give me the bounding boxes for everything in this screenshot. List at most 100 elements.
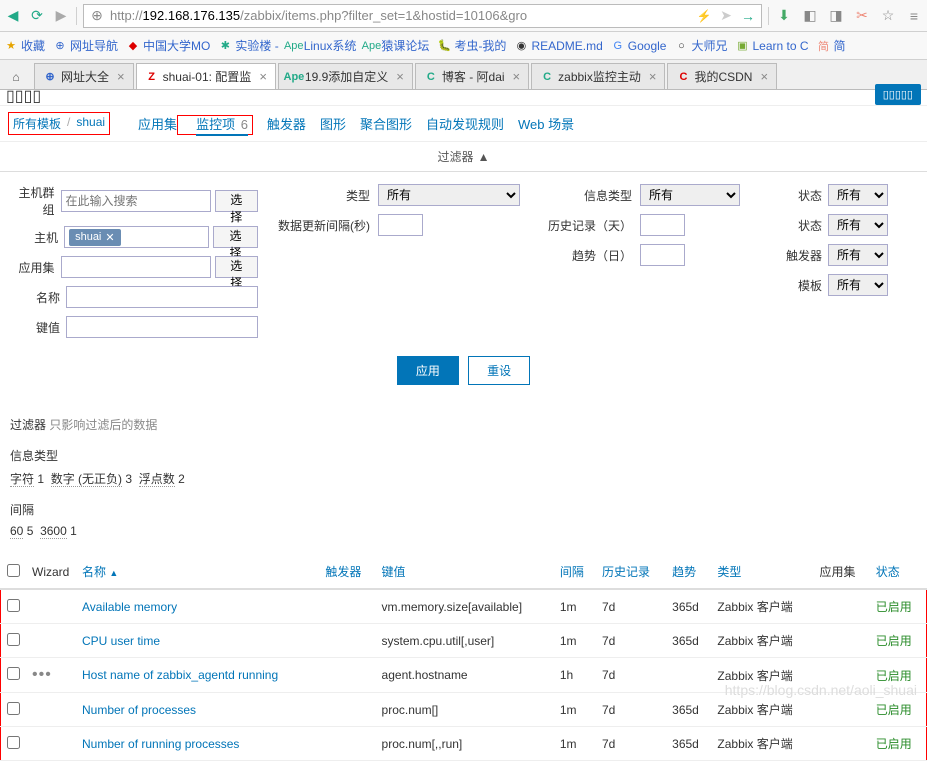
th-trend[interactable]: 趋势 [666,555,711,589]
shield-icon[interactable]: ◧ [801,7,819,25]
bookmark-6[interactable]: 🐛考虫-我的 [437,37,506,54]
nav-图形[interactable]: 图形 [320,117,346,132]
bookmark-4[interactable]: ApeLinux系统 [287,37,357,54]
select-type[interactable]: 所有 [378,184,520,206]
btn-apply[interactable]: 应用 [397,356,459,385]
bookmark-9[interactable]: ○大师兄 [674,37,727,54]
input-host[interactable]: shuai ✕ [64,226,209,248]
th-name[interactable]: 名称 ▲ [76,555,319,589]
item-name-link[interactable]: Number of running processes [76,727,319,761]
nav-触发器[interactable]: 触发器 [267,117,306,132]
row-checkbox[interactable] [7,633,20,646]
download-icon[interactable]: ⬇ [775,7,793,25]
select-trigger[interactable]: 所有 [828,244,888,266]
tab-2[interactable]: Ape19.9添加自定义× [278,63,413,89]
input-trend[interactable] [640,244,685,266]
item-name-link[interactable]: Available memory [76,589,319,624]
sum-i2[interactable]: 3600 [40,524,67,539]
flash-icon[interactable]: ➤ [717,7,735,25]
select-state[interactable]: 所有 [828,184,888,206]
nav-Web 场景[interactable]: Web 场景 [518,117,574,132]
th-key[interactable]: 键值 [376,555,554,589]
go-icon[interactable]: → [739,7,757,25]
row-checkbox[interactable] [7,667,20,680]
input-app[interactable] [61,256,211,278]
status-link[interactable]: 已启用 [870,589,927,624]
nav-应用集[interactable]: 应用集 [138,117,177,132]
select-status[interactable]: 所有 [828,214,888,236]
btn-select-host[interactable]: 选择 [213,226,258,248]
reload-icon[interactable]: ⟳ [28,7,46,25]
tab-close-icon[interactable]: × [259,69,267,84]
tab-1[interactable]: Zshuai-01: 配置监× [136,63,276,89]
tab-4[interactable]: Czabbix监控主动× [531,63,665,89]
nav-聚合图形[interactable]: 聚合图形 [360,117,412,132]
select-template[interactable]: 所有 [828,274,888,296]
status-link[interactable]: 已启用 [870,624,927,658]
filter-toggle[interactable]: 过滤器 ▲ [0,142,927,172]
wizard-icon[interactable]: ••• [32,666,52,683]
bc-all-templates[interactable]: 所有模板 [13,115,61,132]
sum-num[interactable]: 数字 (无正负) [51,472,122,487]
row-checkbox[interactable] [7,736,20,749]
tab-close-icon[interactable]: × [760,69,768,84]
item-name-link[interactable]: Number of processes [76,693,319,727]
checkbox-all[interactable] [7,564,20,577]
bookmark-8[interactable]: GGoogle [611,39,667,53]
clear-icon[interactable]: ⚡ [695,7,713,25]
tab-close-icon[interactable]: × [117,69,125,84]
tab-3[interactable]: C博客 - 阿dai× [415,63,529,89]
bookmark-11[interactable]: 简简 [817,37,846,54]
address-bar[interactable]: ⊕ http://192.168.176.135/zabbix/items.ph… [83,4,762,28]
th-interval[interactable]: 间隔 [554,555,596,589]
th-trigger[interactable]: 触发器 [319,555,375,589]
sum-i1[interactable]: 60 [10,524,23,539]
back-icon[interactable]: ◀ [4,7,22,25]
status-link[interactable]: 已启用 [870,727,927,761]
tab-0[interactable]: ⊕网址大全× [34,63,134,89]
bookmark-2[interactable]: ◆中国大学MO [126,37,210,54]
nav-监控项[interactable]: 监控项 6 [196,117,248,136]
sum-float[interactable]: 浮点数 [139,472,175,487]
th-type[interactable]: 类型 [711,555,813,589]
select-info-type[interactable]: 所有 [640,184,740,206]
sum-char[interactable]: 字符 [10,472,34,487]
input-interval[interactable] [378,214,423,236]
cut-icon[interactable]: ✂ [853,7,871,25]
bookmark-10[interactable]: ▣Learn to C [736,39,809,53]
create-button-partial[interactable]: ▯▯▯▯▯ [875,84,921,105]
item-name-link[interactable]: Host name of zabbix_agentd running [76,658,319,693]
btn-reset[interactable]: 重设 [468,356,530,385]
tab-favicon: Z [145,70,159,84]
forward-icon[interactable]: ▶ [52,7,70,25]
bookmark-7[interactable]: ◉README.md [514,39,602,53]
tab-close-icon[interactable]: × [513,69,521,84]
bc-shuai[interactable]: shuai [76,115,105,132]
host-tag[interactable]: shuai ✕ [69,229,121,246]
menu-icon[interactable]: ≡ [905,7,923,25]
camera-icon[interactable]: ◨ [827,7,845,25]
input-history[interactable] [640,214,685,236]
th-status[interactable]: 状态 [870,555,927,589]
tab-close-icon[interactable]: × [396,69,404,84]
status-link[interactable]: 已启用 [870,658,927,693]
nav-自动发现规则[interactable]: 自动发现规则 [426,117,504,132]
bookmark-3[interactable]: ✱实验楼 - [218,37,278,54]
bookmark-5[interactable]: Ape猿课论坛 [364,37,429,54]
input-host-group[interactable] [61,190,211,212]
row-checkbox[interactable] [7,599,20,612]
btn-select-app[interactable]: 选择 [215,256,258,278]
tab-5[interactable]: C我的CSDN× [667,63,777,89]
bookmark-1[interactable]: ⊕网址导航 [53,37,118,54]
btn-select-hg[interactable]: 选择 [215,190,258,212]
item-name-link[interactable]: CPU user time [76,624,319,658]
th-history[interactable]: 历史记录 [596,555,666,589]
tab-close-icon[interactable]: × [649,69,657,84]
bookmark-0[interactable]: ★收藏 [4,37,45,54]
status-link[interactable]: 已启用 [870,693,927,727]
star-icon[interactable]: ☆ [879,7,897,25]
tag-remove-icon[interactable]: ✕ [105,231,114,244]
input-name[interactable] [66,286,258,308]
row-checkbox[interactable] [7,702,20,715]
input-key[interactable] [66,316,258,338]
